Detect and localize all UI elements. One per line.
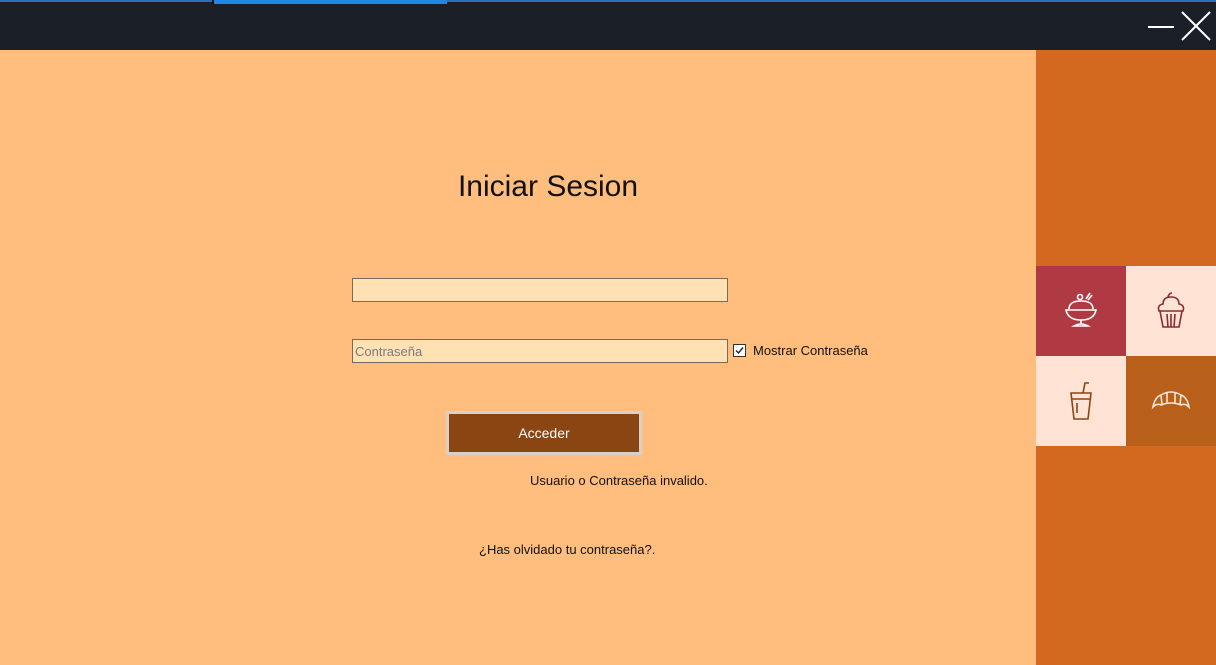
minimize-icon [1148,26,1174,28]
page-title: Iniciar Sesion [457,170,639,203]
username-field[interactable] [352,278,728,302]
close-button[interactable] [1178,8,1214,44]
active-tab-indicator [214,0,447,4]
ice-cream-tile [1036,266,1126,356]
login-panel: Iniciar Sesion Mostrar Contraseña Accede… [0,50,1036,665]
minimize-button[interactable] [1144,8,1180,44]
title-bar [0,0,1216,50]
close-icon [1181,11,1211,41]
show-password-checkbox[interactable] [733,343,746,357]
drink-cup-icon [1070,382,1092,420]
croissant-tile [1126,356,1216,446]
cupcake-tile [1126,266,1216,356]
login-button[interactable]: Acceder [446,411,642,455]
decorative-sidebar [1036,50,1216,665]
cupcake-icon [1157,292,1185,328]
show-password-label: Mostrar Contraseña [753,342,868,358]
show-password-toggle[interactable]: Mostrar Contraseña [733,342,868,358]
ice-cream-sundae-icon [1065,292,1097,327]
error-message: Usuario o Contraseña invalido. [530,473,708,488]
croissant-icon [1151,391,1191,410]
password-field[interactable] [352,339,728,363]
checkmark-icon [735,346,744,354]
forgot-password-link[interactable]: ¿Has olvidado tu contraseña?. [479,542,655,557]
drink-tile [1036,356,1126,446]
